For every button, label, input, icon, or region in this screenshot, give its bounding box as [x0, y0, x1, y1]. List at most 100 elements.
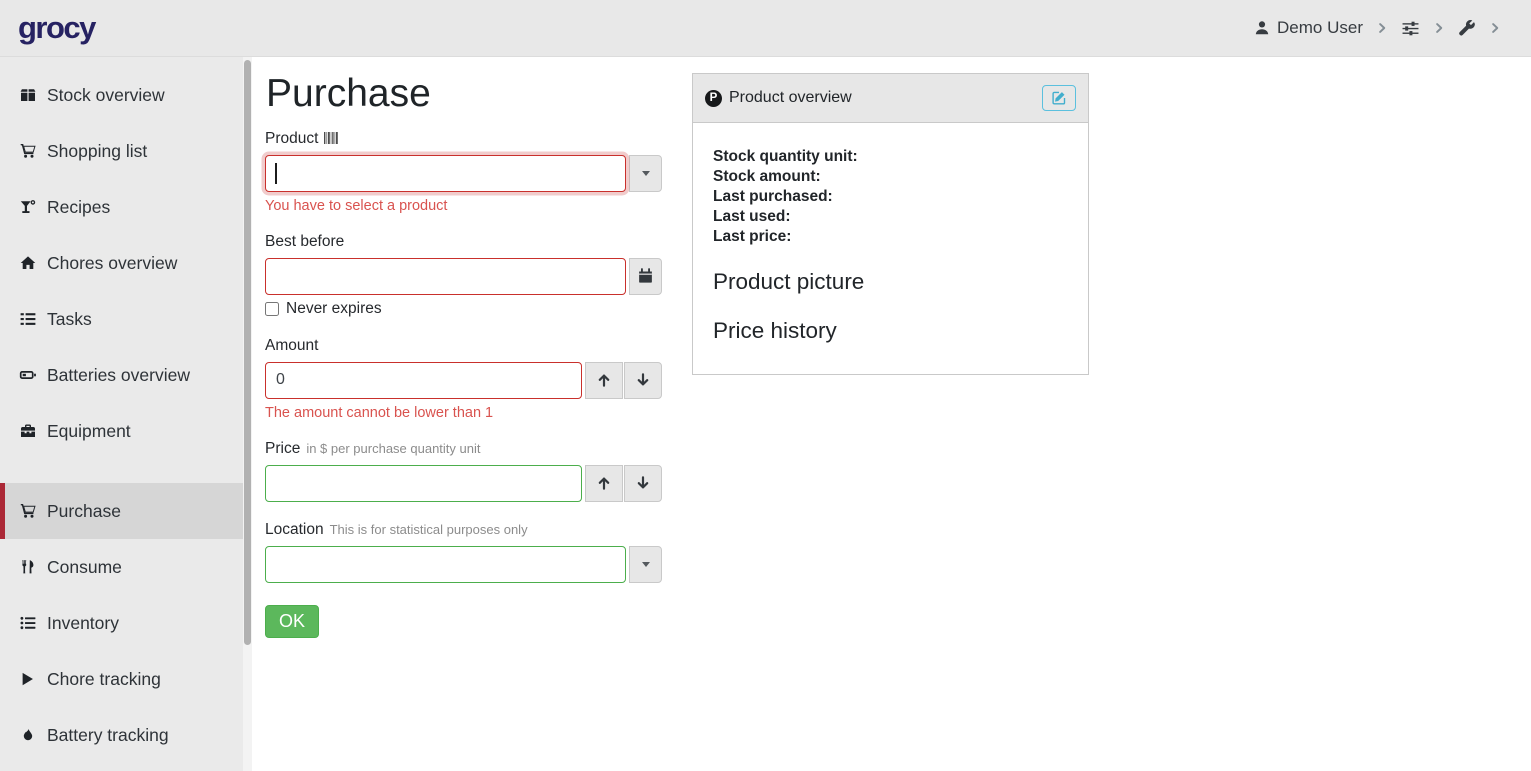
- price-group: Pricein $ per purchase quantity unit: [265, 440, 662, 502]
- calendar-icon: [638, 268, 653, 284]
- never-expires-label: Never expires: [286, 300, 382, 318]
- sliders-icon: [1401, 20, 1420, 37]
- cart-icon: [17, 143, 38, 159]
- location-dropdown-button[interactable]: [629, 546, 662, 583]
- location-group: LocationThis is for statistical purposes…: [265, 521, 662, 583]
- play-icon: [17, 671, 38, 687]
- user-menu[interactable]: Demo User: [1254, 18, 1363, 38]
- settings-menu[interactable]: [1401, 20, 1420, 37]
- sidebar-scrollbar-track[interactable]: [243, 57, 252, 771]
- user-icon: [1254, 20, 1270, 36]
- text-cursor: [275, 163, 277, 184]
- sidebar-item-equipment[interactable]: Equipment: [0, 403, 252, 459]
- header-menu: Demo User: [1254, 18, 1505, 38]
- user-name: Demo User: [1277, 18, 1363, 38]
- location-hint: This is for statistical purposes only: [330, 522, 528, 537]
- chevron-right-icon: [1489, 21, 1501, 35]
- product-overview-header: P Product overview: [693, 74, 1088, 123]
- price-increment-button[interactable]: [585, 465, 623, 502]
- sidebar-item-stock-overview[interactable]: Stock overview: [0, 67, 252, 123]
- sidebar-item-batteries-overview[interactable]: Batteries overview: [0, 347, 252, 403]
- drop-icon: [17, 727, 38, 743]
- product-overview-card: P Product overview Stock quantity unit: …: [692, 73, 1089, 375]
- last-purchased-line: Last purchased:: [713, 187, 1068, 207]
- location-label: LocationThis is for statistical purposes…: [265, 521, 528, 539]
- product-icon: P: [705, 90, 722, 107]
- page-title: Purchase: [266, 72, 662, 117]
- sidebar-item-battery-tracking[interactable]: Battery tracking: [0, 707, 252, 763]
- sidebar-item-label: Consume: [47, 557, 122, 578]
- arrow-up-icon: [596, 475, 612, 491]
- sidebar-item-tasks[interactable]: Tasks: [0, 291, 252, 347]
- amount-increment-button[interactable]: [585, 362, 623, 399]
- best-before-label: Best before: [265, 233, 344, 251]
- sidebar-scrollbar-thumb[interactable]: [244, 60, 251, 645]
- edit-icon: [1051, 90, 1067, 106]
- chevron-right-icon: [1433, 21, 1445, 35]
- location-input[interactable]: [265, 546, 626, 583]
- purchase-form: Purchase Product You have to select a pr…: [265, 57, 662, 638]
- chevron-right-icon: [1376, 21, 1388, 35]
- admin-menu[interactable]: [1458, 19, 1476, 37]
- list-icon: [17, 615, 38, 631]
- best-before-group: Best before Never expires: [265, 233, 662, 318]
- cart-icon: [17, 503, 38, 519]
- tasks-icon: [17, 311, 38, 327]
- wrench-icon: [1458, 19, 1476, 37]
- best-before-input[interactable]: [265, 258, 626, 295]
- sidebar-item-inventory[interactable]: Inventory: [0, 595, 252, 651]
- sidebar-item-label: Shopping list: [47, 141, 147, 162]
- calendar-button[interactable]: [629, 258, 662, 295]
- never-expires-checkbox[interactable]: [265, 302, 279, 316]
- sidebar-group-divider: [0, 459, 252, 483]
- sidebar-item-consume[interactable]: Consume: [0, 539, 252, 595]
- toolbox-icon: [17, 423, 38, 439]
- product-label: Product: [265, 130, 339, 148]
- sidebar-item-purchase[interactable]: Purchase: [0, 483, 252, 539]
- amount-error: The amount cannot be lower than 1: [265, 405, 662, 421]
- sidebar-item-label: Tasks: [47, 309, 92, 330]
- main-content: Purchase Product You have to select a pr…: [252, 57, 1531, 771]
- last-price-line: Last price:: [713, 227, 1068, 247]
- cocktail-icon: [17, 199, 38, 215]
- product-overview-title: Product overview: [729, 89, 852, 107]
- ok-button[interactable]: OK: [265, 605, 319, 638]
- caret-down-icon: [642, 171, 650, 176]
- sidebar-item-recipes[interactable]: Recipes: [0, 179, 252, 235]
- utensils-icon: [17, 559, 38, 575]
- sidebar-item-label: Inventory: [47, 613, 119, 634]
- sidebar-item-label: Battery tracking: [47, 725, 169, 746]
- amount-group: Amount The amount cannot be lower than 1: [265, 337, 662, 421]
- price-input[interactable]: [265, 465, 582, 502]
- barcode-icon: [324, 132, 339, 144]
- sidebar: Stock overview Shopping list Recipes Cho…: [0, 57, 252, 771]
- price-decrement-button[interactable]: [624, 465, 662, 502]
- grocy-app: grocy Demo User Stock overview Shopping: [0, 0, 1531, 771]
- box-icon: [17, 87, 38, 103]
- sidebar-item-label: Recipes: [47, 197, 110, 218]
- home-icon: [17, 255, 38, 271]
- edit-product-button[interactable]: [1042, 85, 1076, 111]
- product-picture-heading: Product picture: [713, 267, 1068, 296]
- amount-input[interactable]: [265, 362, 582, 399]
- amount-decrement-button[interactable]: [624, 362, 662, 399]
- last-used-line: Last used:: [713, 207, 1068, 227]
- arrow-down-icon: [635, 475, 651, 491]
- never-expires-row: Never expires: [265, 300, 662, 318]
- product-group: Product You have to select a product: [265, 130, 662, 214]
- product-input[interactable]: [265, 155, 626, 192]
- sidebar-item-shopping-list[interactable]: Shopping list: [0, 123, 252, 179]
- product-dropdown-button[interactable]: [629, 155, 662, 192]
- sidebar-item-label: Purchase: [47, 501, 121, 522]
- app-header: grocy Demo User: [0, 0, 1531, 57]
- sidebar-item-label: Stock overview: [47, 85, 165, 106]
- sidebar-item-chore-tracking[interactable]: Chore tracking: [0, 651, 252, 707]
- sidebar-item-label: Equipment: [47, 421, 131, 442]
- sidebar-item-chores-overview[interactable]: Chores overview: [0, 235, 252, 291]
- app-logo[interactable]: grocy: [18, 10, 95, 46]
- arrow-down-icon: [635, 372, 651, 388]
- amount-label: Amount: [265, 337, 318, 355]
- caret-down-icon: [642, 562, 650, 567]
- battery-icon: [17, 367, 38, 383]
- price-hint: in $ per purchase quantity unit: [306, 441, 480, 456]
